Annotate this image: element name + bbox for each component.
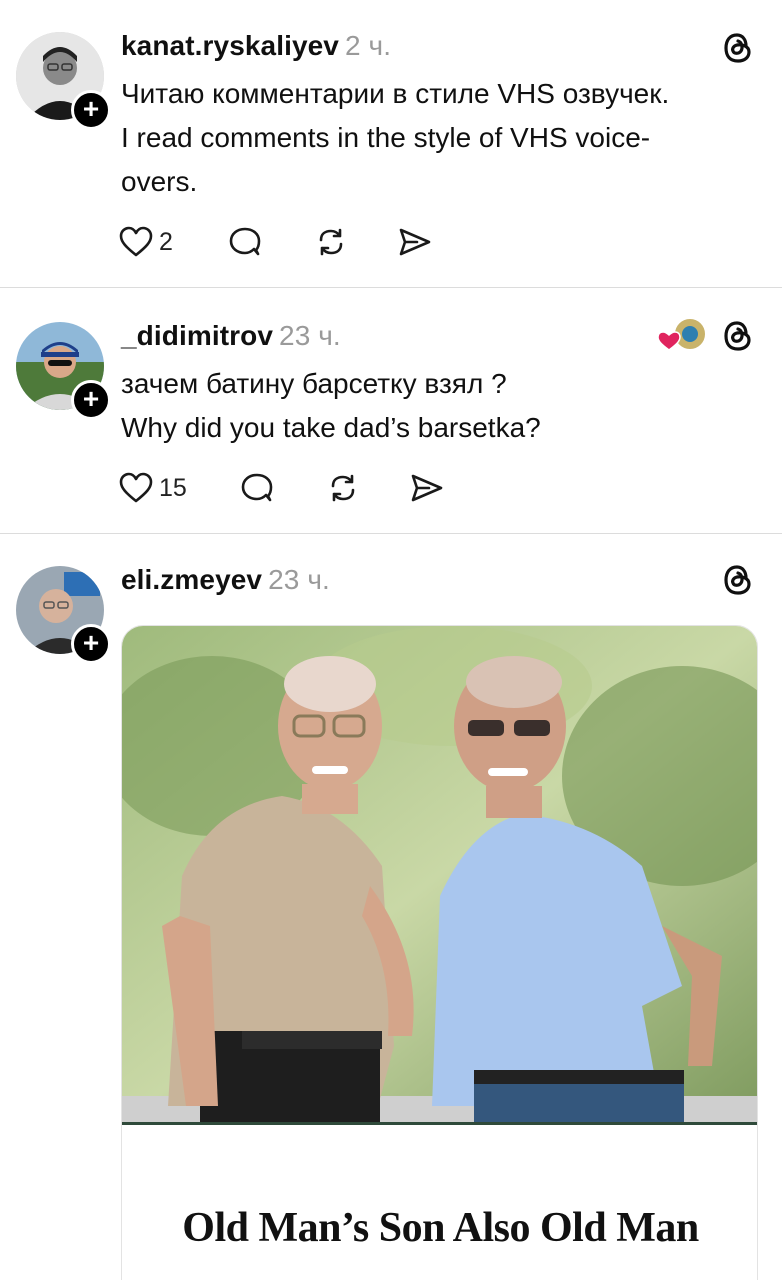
post-text: Читаю комментарии в стиле VHS озвучек. I… bbox=[121, 72, 741, 204]
post-time: 23 ч. bbox=[268, 564, 330, 595]
share-icon bbox=[411, 474, 443, 502]
repost-icon bbox=[331, 474, 355, 502]
repost-button[interactable] bbox=[325, 468, 361, 508]
share-button[interactable] bbox=[397, 222, 433, 262]
username[interactable]: eli.zmeyev bbox=[121, 564, 262, 595]
share-button[interactable] bbox=[409, 468, 445, 508]
post-time: 23 ч. bbox=[279, 320, 341, 351]
comment-icon bbox=[229, 227, 261, 256]
heart-icon bbox=[119, 226, 153, 257]
post-text-line: overs. bbox=[121, 166, 198, 197]
comment-icon bbox=[241, 473, 273, 502]
post-media-card[interactable]: Old Man’s Son Also Old Man bbox=[121, 625, 758, 1280]
follow-plus-icon[interactable]: + bbox=[71, 624, 111, 664]
threads-icon[interactable] bbox=[720, 30, 756, 66]
share-icon bbox=[399, 228, 431, 256]
avatar-kanat[interactable]: + bbox=[16, 32, 111, 130]
comment-button[interactable] bbox=[239, 468, 275, 508]
reaction-avatars[interactable] bbox=[656, 316, 708, 356]
heart-icon bbox=[119, 472, 153, 503]
threads-icon[interactable] bbox=[720, 562, 756, 598]
like-button[interactable]: 2 bbox=[119, 222, 173, 262]
post-1: + kanat.ryskaliyev 2 ч. Читаю комментарии… bbox=[0, 0, 782, 288]
post-text-line: зачем батину барсетку взял ? bbox=[121, 368, 507, 399]
like-count: 15 bbox=[159, 473, 187, 502]
username[interactable]: kanat.ryskaliyev bbox=[121, 30, 339, 61]
post-time: 2 ч. bbox=[345, 30, 392, 61]
follow-plus-icon[interactable]: + bbox=[71, 90, 111, 130]
avatar-didimitrov[interactable]: + bbox=[16, 322, 111, 420]
comment-button[interactable] bbox=[227, 222, 263, 262]
media-headline: Old Man’s Son Also Old Man bbox=[182, 1205, 699, 1251]
username[interactable]: _didimitrov bbox=[121, 320, 273, 351]
heart-reaction-icon bbox=[657, 331, 681, 351]
image-divider bbox=[122, 1122, 757, 1125]
post-text-line: Читаю комментарии в стиле VHS озвучек. bbox=[121, 78, 670, 109]
post-text-line: Why did you take dad’s barsetka? bbox=[121, 412, 541, 443]
post-text: зачем батину барсетку взял ? Why did you… bbox=[121, 362, 741, 450]
threads-icon[interactable] bbox=[720, 318, 756, 354]
avatar-eli[interactable]: + bbox=[16, 566, 111, 664]
like-button[interactable]: 15 bbox=[119, 468, 187, 508]
repost-icon bbox=[319, 228, 343, 256]
repost-button[interactable] bbox=[313, 222, 349, 262]
follow-plus-icon[interactable]: + bbox=[71, 380, 111, 420]
like-count: 2 bbox=[159, 227, 173, 256]
post-text-line: I read comments in the style of VHS voic… bbox=[121, 122, 651, 153]
post-photo[interactable] bbox=[122, 626, 758, 1122]
post-2: + _didimitrov 23 ч. зачем батину барсетку… bbox=[0, 288, 782, 534]
